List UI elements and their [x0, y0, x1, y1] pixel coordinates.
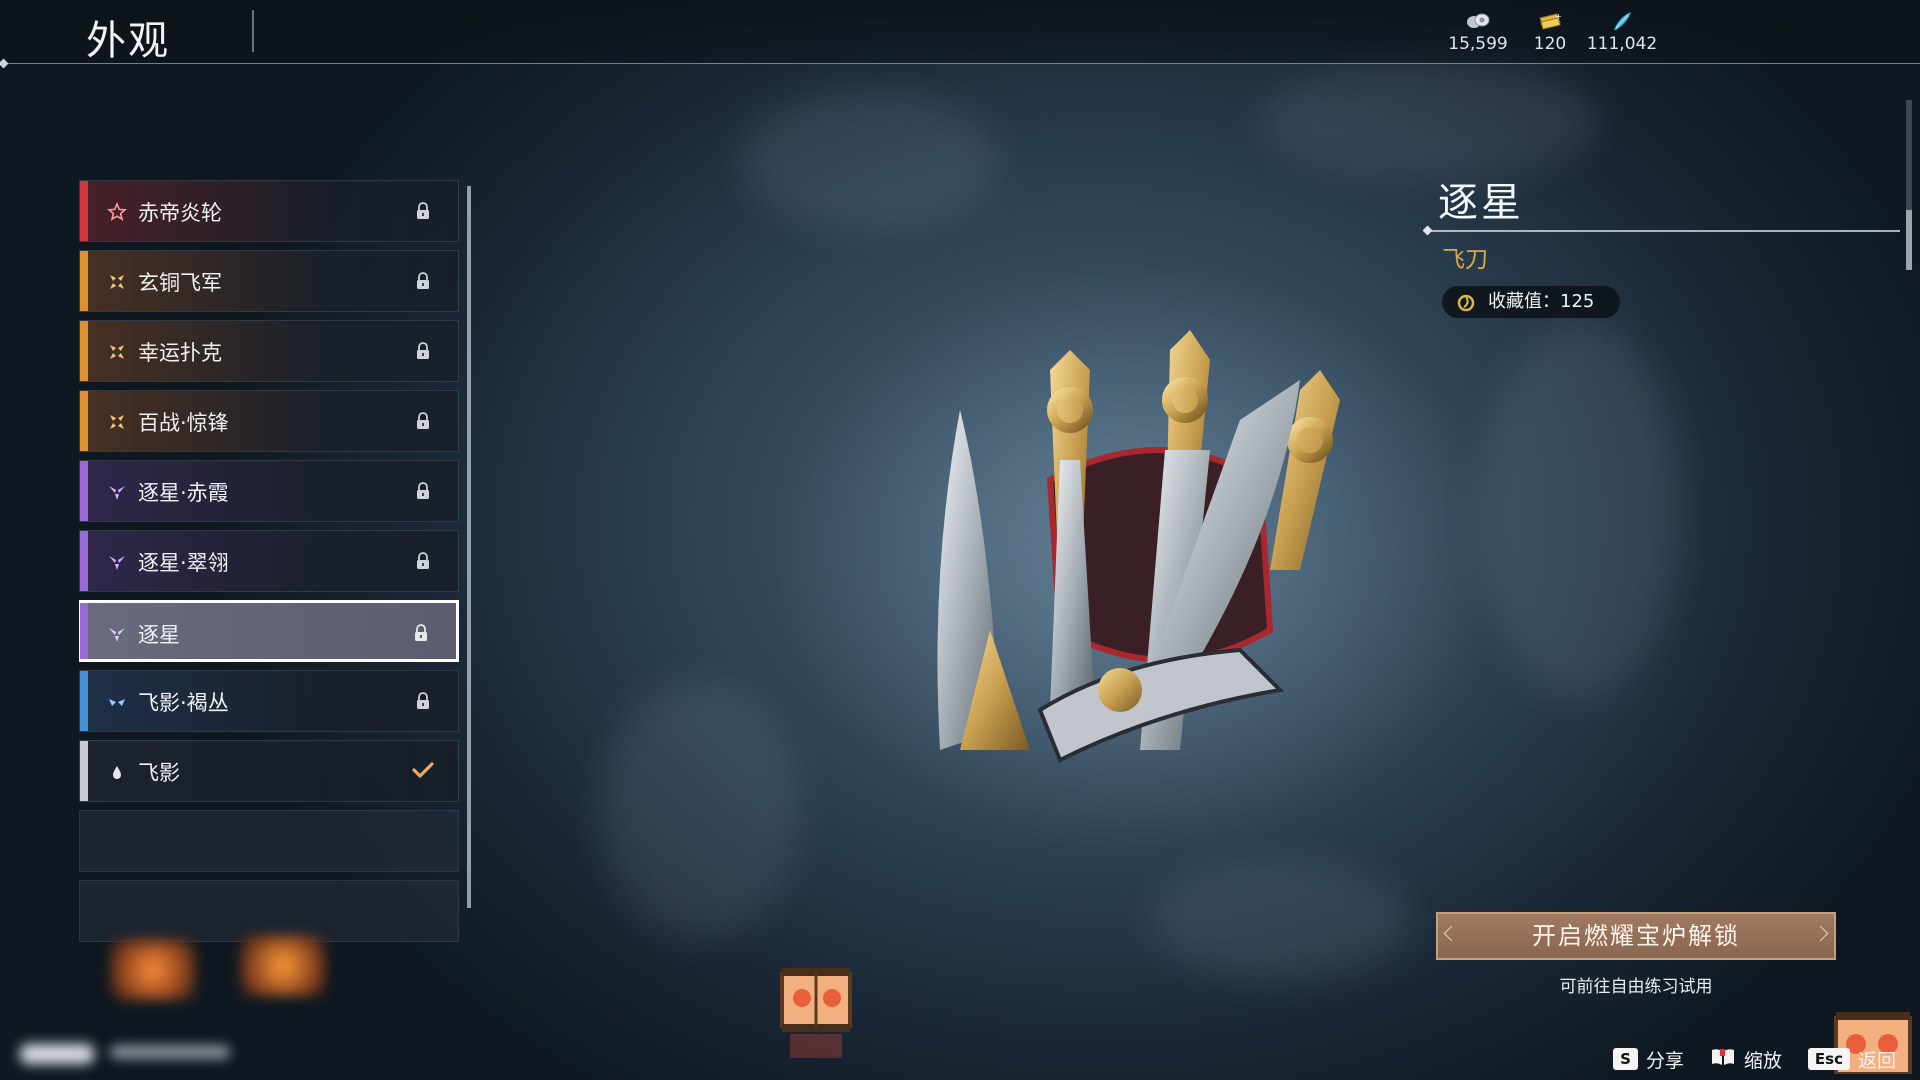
- zoom-label: 缩放: [1743, 1049, 1782, 1072]
- list-item[interactable]: 幸运扑克: [79, 320, 459, 382]
- list-item-label: 玄铜飞军: [138, 271, 222, 295]
- lantern-thumbnail: [240, 936, 326, 996]
- star-outline-icon: [106, 201, 128, 223]
- droplet-icon: [106, 761, 128, 783]
- control-hints: S 分享 缩放 Esc 返回: [1613, 1044, 1896, 1074]
- rarity-bar: [80, 391, 88, 451]
- title-separator: [252, 10, 254, 52]
- currency-tickets-value: 120: [1533, 34, 1567, 54]
- list-item[interactable]: 逐星·翠翎: [79, 530, 459, 592]
- list-item-label: 飞影: [138, 761, 180, 785]
- two-petal-icon: [106, 691, 128, 713]
- svg-text:+: +: [1555, 12, 1562, 21]
- chevron-left-icon: [1443, 925, 1460, 942]
- key-s: S: [1613, 1048, 1638, 1070]
- currency-coins: 15,599: [1438, 10, 1518, 54]
- top-divider: [0, 63, 1920, 64]
- underline-ornament: [1422, 225, 1433, 236]
- name-underline: [1428, 230, 1900, 232]
- empty-slot: [79, 880, 459, 942]
- collection-icon: [1456, 292, 1476, 324]
- chevron-right-icon: [1812, 925, 1829, 942]
- unlock-button[interactable]: 开启燃耀宝炉解锁: [1436, 912, 1836, 960]
- book-icon: [1710, 1047, 1736, 1072]
- rarity-bar: [80, 603, 88, 659]
- list-scrollbar[interactable]: [467, 186, 471, 908]
- lock-icon: [414, 624, 428, 642]
- back-label: 返回: [1857, 1049, 1896, 1072]
- list-item-selected[interactable]: 逐星: [79, 600, 459, 662]
- gold-ticket-icon: +: [1510, 10, 1590, 32]
- checkmark-icon: [412, 761, 434, 779]
- list-item-label: 幸运扑克: [138, 341, 222, 365]
- lock-icon: [416, 272, 430, 290]
- list-item[interactable]: 飞影·褐丛: [79, 670, 459, 732]
- list-item[interactable]: 赤帝炎轮: [79, 180, 459, 242]
- currency-tickets: + 120: [1510, 10, 1590, 54]
- coin-pile-icon: [1438, 10, 1518, 32]
- list-item[interactable]: 飞影: [79, 740, 459, 802]
- three-petal-icon: [106, 623, 128, 645]
- list-item-label: 逐星·赤霞: [138, 481, 229, 505]
- rarity-bar: [80, 531, 88, 591]
- unlock-button-label: 开启燃耀宝炉解锁: [1532, 922, 1740, 950]
- currency-coins-value: 15,599: [1448, 34, 1508, 54]
- list-item-label: 赤帝炎轮: [138, 201, 222, 225]
- collection-value-badge: 收藏值：125: [1442, 286, 1621, 318]
- lock-icon: [416, 692, 430, 710]
- list-item[interactable]: 玄铜飞军: [79, 250, 459, 312]
- currency-feathers-value: 111,042: [1586, 34, 1658, 54]
- share-label: 分享: [1645, 1049, 1684, 1072]
- list-item-label: 飞影·褐丛: [138, 691, 229, 715]
- scrollbar-thumb[interactable]: [1906, 210, 1912, 270]
- lock-icon: [416, 482, 430, 500]
- scrollbar-thumb[interactable]: [467, 186, 471, 908]
- page-title: 外观: [86, 18, 170, 64]
- rarity-bar: [80, 251, 88, 311]
- item-type: 飞刀: [1442, 247, 1488, 273]
- list-item[interactable]: 百战·惊锋: [79, 390, 459, 452]
- rarity-bar: [80, 671, 88, 731]
- four-petal-icon: [106, 341, 128, 363]
- trial-hint: 可前往自由练习试用: [1559, 977, 1713, 997]
- currency-feathers: 111,042: [1582, 10, 1662, 54]
- lantern-prop: [776, 962, 856, 1066]
- three-petal-icon: [106, 481, 128, 503]
- share-control[interactable]: S 分享: [1613, 1046, 1684, 1073]
- item-name: 逐星: [1438, 180, 1524, 226]
- zoom-control[interactable]: 缩放: [1710, 1046, 1782, 1073]
- skin-list: 赤帝炎轮 玄铜飞军 幸运扑克 百战·惊锋 逐星·赤霞 逐星·翠翎 逐星 飞影·褐…: [79, 180, 461, 950]
- key-esc: Esc: [1807, 1048, 1850, 1070]
- lock-icon: [416, 342, 430, 360]
- rarity-bar: [80, 461, 88, 521]
- blurred-player-id: [20, 1044, 94, 1064]
- list-item-label: 逐星·翠翎: [138, 551, 229, 575]
- collection-value-label: 收藏值：125: [1488, 291, 1595, 312]
- detail-scrollbar[interactable]: [1906, 100, 1912, 270]
- blue-feather-icon: [1582, 10, 1662, 32]
- flying-knives-model[interactable]: [920, 330, 1400, 794]
- list-item-label: 逐星: [138, 623, 180, 647]
- empty-slot: [79, 810, 459, 872]
- four-petal-icon: [106, 271, 128, 293]
- four-petal-icon: [106, 411, 128, 433]
- rarity-bar: [80, 321, 88, 381]
- rarity-bar: [80, 181, 88, 241]
- lock-icon: [416, 552, 430, 570]
- lock-icon: [416, 412, 430, 430]
- rarity-bar: [80, 741, 88, 801]
- list-item-label: 百战·惊锋: [138, 411, 229, 435]
- lantern-thumbnail: [110, 940, 196, 1000]
- list-item[interactable]: 逐星·赤霞: [79, 460, 459, 522]
- three-petal-icon: [106, 551, 128, 573]
- lock-icon: [416, 202, 430, 220]
- back-control[interactable]: Esc 返回: [1807, 1046, 1896, 1073]
- blurred-player-info: [110, 1046, 230, 1058]
